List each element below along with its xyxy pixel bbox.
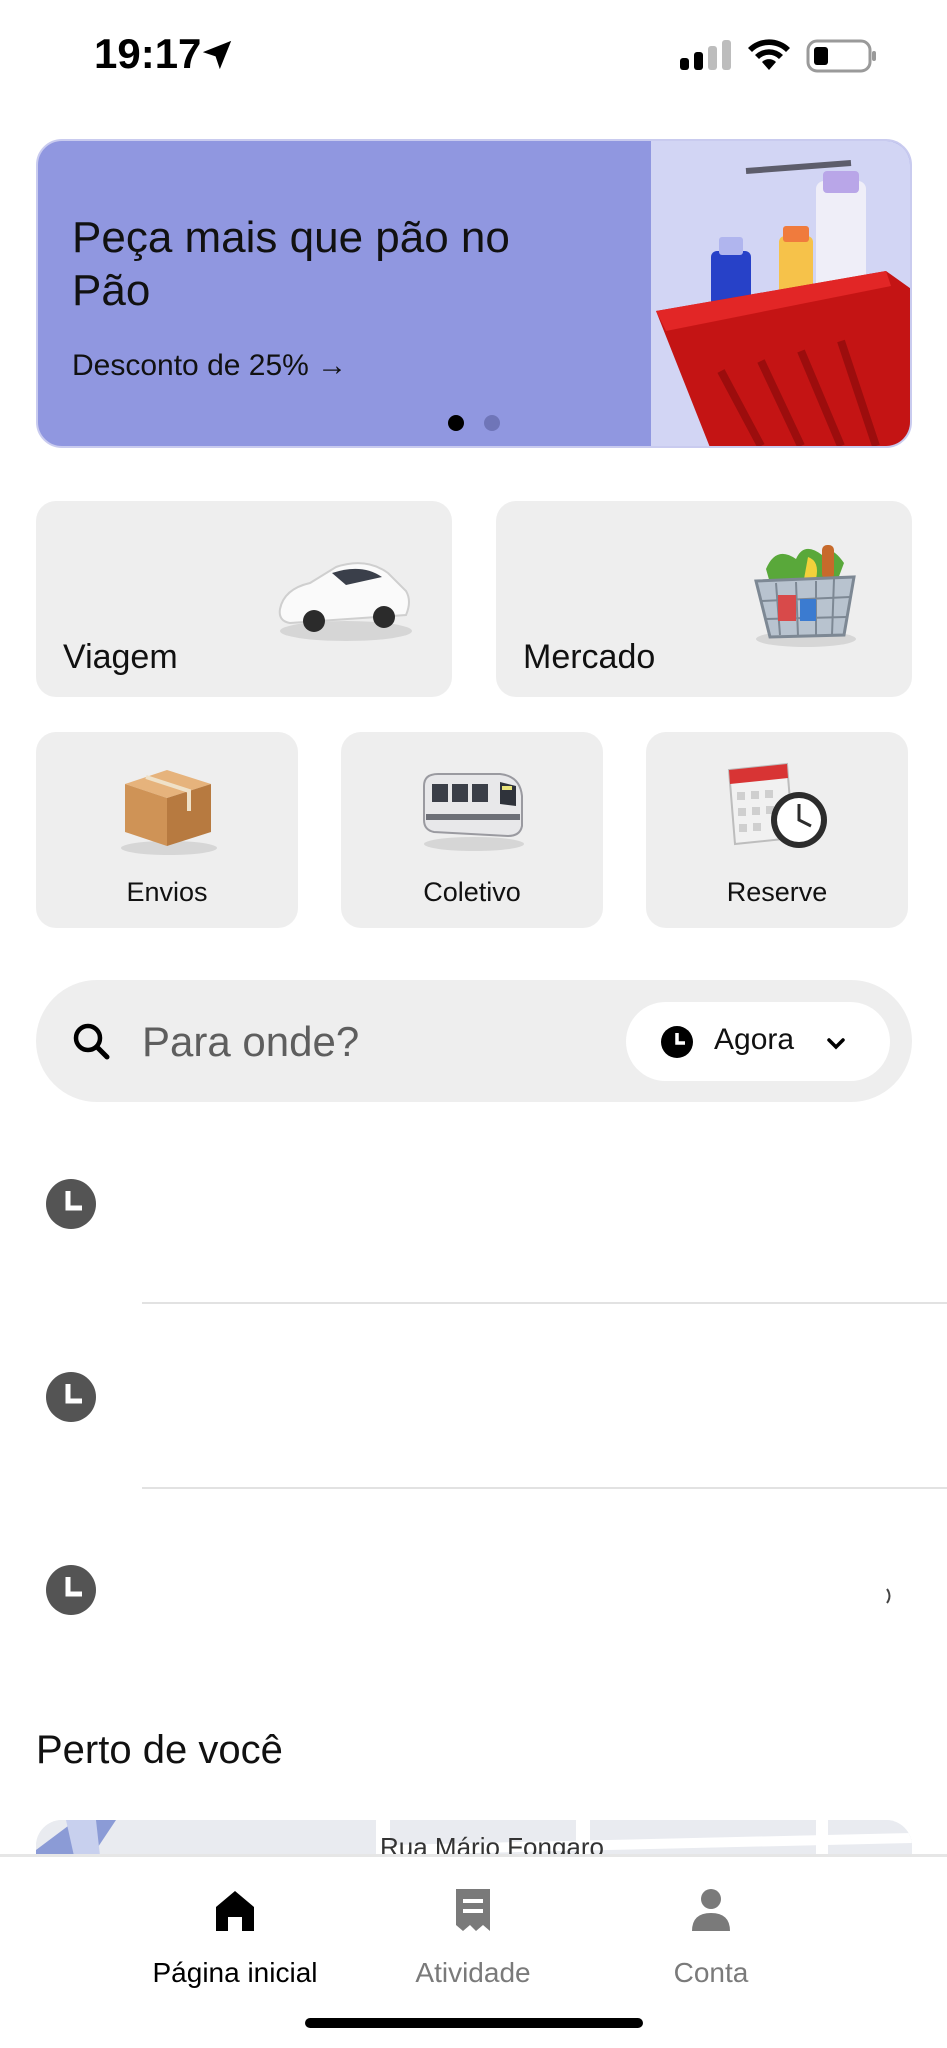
promo-basket-illustration [651, 141, 910, 446]
truncation-mark [886, 1588, 891, 1604]
car-icon [278, 562, 412, 641]
recent-destination-item[interactable] [0, 1320, 947, 1470]
train-icon [423, 773, 524, 851]
recent-destination-item[interactable] [0, 1513, 947, 1663]
nearby-section-title: Perto de você [36, 1728, 283, 1772]
recent-destination-item[interactable] [0, 1128, 947, 1278]
list-divider [142, 1302, 947, 1304]
wifi-icon [748, 39, 790, 70]
status-bar: 19:17 [0, 0, 947, 110]
home-indicator [305, 2018, 643, 2028]
receipt-icon [456, 1889, 490, 1931]
clock-icon [661, 1026, 693, 1058]
tab-label: Página inicial [152, 1957, 318, 1988]
person-icon [692, 1889, 730, 1931]
cellular-signal-icon [680, 40, 731, 70]
where-to-search[interactable]: Para onde? Agora [36, 980, 912, 1102]
service-tile-mercado[interactable]: Mercado [496, 501, 912, 697]
service-label: Viagem [63, 638, 178, 676]
history-clock-icon [46, 1179, 96, 1229]
service-tile-envios[interactable]: Envios [36, 732, 298, 928]
service-tile-coletivo[interactable]: Coletivo [341, 732, 603, 928]
time-selector-label: Agora [714, 1023, 795, 1056]
tab-label: Conta [673, 1957, 749, 1988]
shopping-basket-icon [656, 160, 910, 446]
chevron-down-icon [827, 1038, 845, 1050]
promo-title: Peça mais que pão no Pão [72, 213, 510, 315]
service-label: Envios [126, 877, 208, 907]
tab-account[interactable]: Conta [606, 1887, 816, 1997]
service-label: Reserve [726, 877, 828, 907]
promo-discount-link[interactable]: Desconto de 25% → [72, 349, 347, 383]
tab-label: Atividade [415, 1957, 531, 1988]
search-icon [73, 1023, 110, 1060]
home-icon [216, 1891, 254, 1931]
location-arrow-icon [202, 40, 232, 70]
service-label: Coletivo [423, 877, 521, 907]
grocery-basket-icon [754, 545, 856, 647]
schedule-time-selector[interactable]: Agora [626, 1002, 890, 1081]
tab-home[interactable]: Página inicial [130, 1887, 340, 1997]
battery-icon [806, 39, 876, 73]
promo-banner[interactable]: Peça mais que pão no Pão Desconto de 25%… [36, 139, 912, 448]
search-input[interactable]: Para onde? [142, 1018, 359, 1066]
calendar-clock-icon [727, 762, 827, 848]
service-tile-reserve[interactable]: Reserve [646, 732, 908, 928]
tab-activity[interactable]: Atividade [368, 1887, 578, 1997]
status-time: 19:17 [94, 30, 202, 77]
pagination-dot[interactable] [484, 415, 500, 431]
service-tile-viagem[interactable]: Viagem [36, 501, 452, 697]
package-icon [121, 770, 217, 855]
list-divider [142, 1487, 947, 1489]
history-clock-icon [46, 1372, 96, 1422]
promo-pagination[interactable] [448, 413, 508, 433]
pagination-dot-active[interactable] [448, 415, 464, 431]
history-clock-icon [46, 1565, 96, 1615]
service-label: Mercado [523, 638, 656, 676]
